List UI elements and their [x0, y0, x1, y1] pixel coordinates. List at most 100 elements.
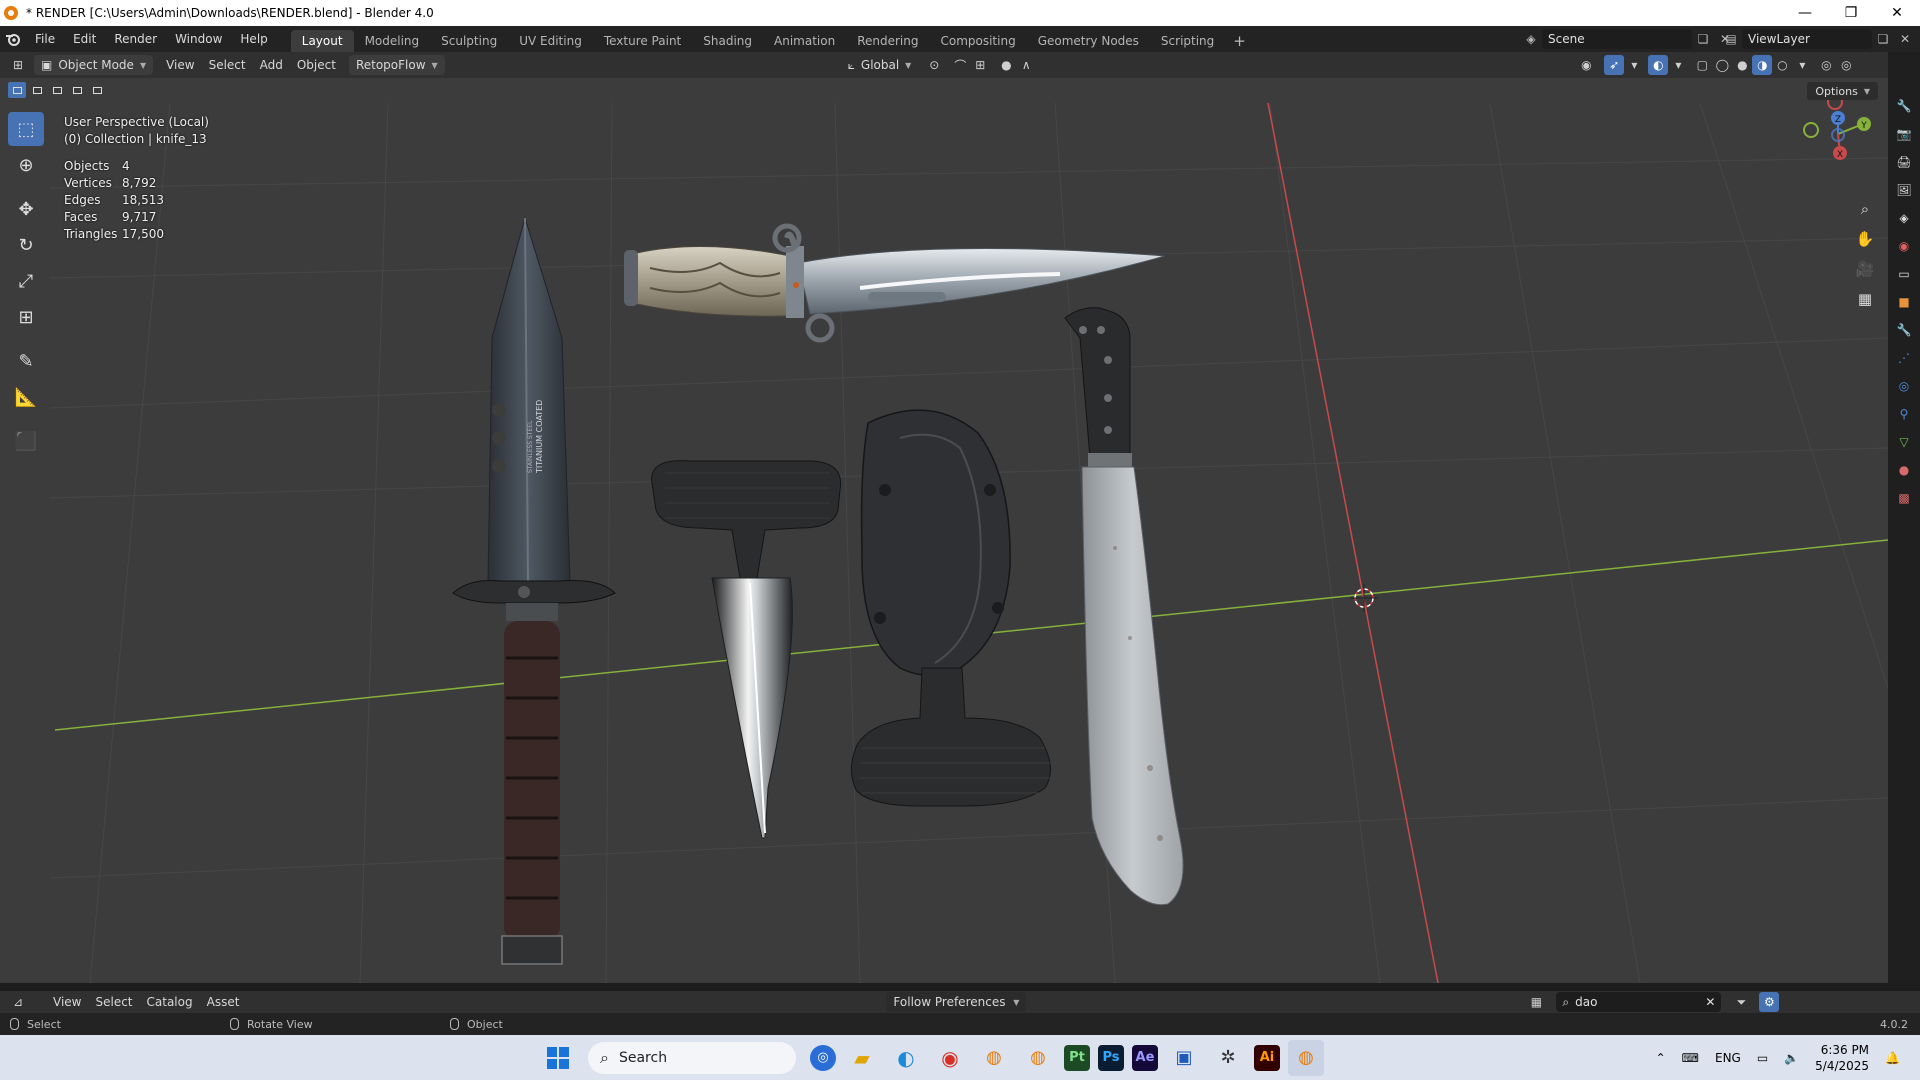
object-properties-icon[interactable]: ■ — [1893, 290, 1915, 314]
select-intersect-icon[interactable] — [88, 82, 106, 98]
chrome-browser-icon[interactable]: ◉ — [932, 1040, 968, 1076]
blender-active-app-icon[interactable]: ◍ — [1288, 1039, 1324, 1076]
tray-expand-icon[interactable]: ⌃ — [1656, 1051, 1666, 1065]
render-preview-icon-2[interactable]: ◎ — [1836, 55, 1856, 75]
world-properties-icon[interactable]: ◉ — [1893, 234, 1915, 258]
select-subtract-icon[interactable] — [48, 82, 66, 98]
scale-tool-icon[interactable]: ⤢ — [8, 264, 44, 298]
material-properties-icon[interactable]: ● — [1893, 458, 1915, 482]
start-button[interactable] — [540, 1040, 576, 1076]
blender-menu-icon[interactable] — [0, 26, 26, 52]
cursor-tool-icon[interactable]: ⊕ — [8, 148, 44, 182]
texture-properties-icon[interactable]: ▩ — [1893, 486, 1915, 510]
clear-search-icon[interactable]: ✕ — [1705, 995, 1715, 1009]
overlay-toggle-icon[interactable]: ◐ — [1648, 55, 1669, 75]
transform-tool-icon[interactable]: ⊞ — [8, 300, 44, 334]
camera-view-icon[interactable]: 🎥 — [1852, 256, 1878, 282]
keyboard-icon[interactable]: ⌨ — [1682, 1051, 1699, 1065]
filter-icon[interactable]: ⏷ — [1731, 992, 1751, 1012]
combat-dagger-object[interactable]: TITANIUM COATED STAINLESS STEEL — [452, 216, 616, 965]
import-method-dropdown[interactable]: Follow Preferences ▼ — [886, 992, 1027, 1012]
asset-settings-gear-icon[interactable]: ⚙ — [1759, 992, 1780, 1012]
navigation-gizmo[interactable]: Z Y X — [1788, 90, 1888, 180]
tab-texture-paint[interactable]: Texture Paint — [593, 30, 692, 52]
tab-uv-editing[interactable]: UV Editing — [508, 30, 593, 52]
physics-properties-icon[interactable]: ◎ — [1893, 374, 1915, 398]
asset-menu[interactable]: Asset — [200, 992, 247, 1012]
modifier-properties-icon[interactable]: 🔧 — [1893, 318, 1915, 342]
render-preview-icon[interactable]: ◎ — [1816, 55, 1836, 75]
collection-properties-icon[interactable]: ▭ — [1893, 262, 1915, 286]
after-effects-app-icon[interactable]: Ae — [1132, 1044, 1158, 1071]
tab-modeling[interactable]: Modeling — [354, 30, 431, 52]
select-invert-icon[interactable] — [68, 82, 86, 98]
proportional-edit-icon[interactable]: ● — [996, 55, 1016, 75]
view-menu[interactable]: View — [159, 55, 201, 75]
snap-target-icon[interactable]: ⊞ — [970, 55, 990, 75]
add-workspace-button[interactable]: + — [1225, 30, 1254, 52]
move-tool-icon[interactable]: ✥ — [8, 192, 44, 226]
transform-orientation-dropdown[interactable]: ⟀ Global ▼ — [841, 55, 919, 75]
ortho-grid-icon[interactable]: ▦ — [1852, 286, 1878, 312]
snap-icon[interactable]: ⌒ — [950, 55, 970, 75]
add-cube-tool-icon[interactable]: ⬛ — [8, 424, 44, 458]
tab-geometry-nodes[interactable]: Geometry Nodes — [1027, 30, 1150, 52]
asset-search-input[interactable]: ⌕ dao ✕ — [1556, 992, 1722, 1012]
photoshop-app-icon[interactable]: Ps — [1098, 1044, 1124, 1071]
gizmo-dropdown-icon[interactable]: ▾ — [1624, 55, 1644, 75]
mode-dropdown[interactable]: ▣ Object Mode ▼ — [34, 55, 154, 75]
tab-animation[interactable]: Animation — [763, 30, 846, 52]
particles-properties-icon[interactable]: ⋰ — [1893, 346, 1915, 370]
pan-hand-icon[interactable]: ✋ — [1852, 226, 1878, 252]
scene-properties-icon[interactable]: ◈ — [1893, 206, 1915, 230]
select-extend-icon[interactable] — [28, 82, 46, 98]
select-menu[interactable]: Select — [202, 55, 253, 75]
scene-name-field[interactable]: Scene — [1542, 29, 1692, 49]
blender-app-icon-2[interactable]: ◍ — [1020, 1040, 1056, 1076]
asset-editor-type-icon[interactable]: ⊿ — [8, 992, 28, 1012]
tab-layout[interactable]: Layout — [290, 30, 354, 52]
tab-compositing[interactable]: Compositing — [929, 30, 1026, 52]
copilot-icon[interactable]: ◎ — [810, 1044, 836, 1071]
annotate-tool-icon[interactable]: ✎ — [8, 344, 44, 378]
minimize-button[interactable]: — — [1782, 0, 1828, 26]
render-properties-icon[interactable]: 📷 — [1893, 122, 1915, 146]
file-explorer-icon[interactable]: ▰ — [844, 1040, 880, 1076]
maximize-button[interactable]: ❐ — [1828, 0, 1874, 26]
illustrator-app-icon[interactable]: Ai — [1254, 1044, 1280, 1071]
object-menu[interactable]: Object — [290, 55, 343, 75]
menu-render[interactable]: Render — [105, 28, 166, 50]
close-button[interactable]: ✕ — [1874, 0, 1920, 26]
taskbar-clock[interactable]: 6:36 PM 5/4/2025 — [1815, 1042, 1869, 1074]
menu-help[interactable]: Help — [231, 28, 276, 50]
data-properties-icon[interactable]: ▽ — [1893, 430, 1915, 454]
taskbar-search-input[interactable]: ⌕ Search — [588, 1041, 796, 1074]
retopoflow-dropdown[interactable]: RetopoFlow ▼ — [348, 55, 445, 75]
options-dropdown[interactable]: Options ▼ — [1807, 82, 1878, 100]
asset-catalog-menu[interactable]: Catalog — [140, 992, 200, 1012]
menu-file[interactable]: File — [26, 28, 64, 50]
view-layer-icon[interactable]: ▤ — [1720, 29, 1742, 49]
push-dagger-object[interactable] — [651, 460, 842, 839]
painter-app-icon[interactable]: Pt — [1064, 1044, 1090, 1071]
select-new-icon[interactable] — [8, 82, 26, 98]
new-view-layer-icon[interactable]: ❏ — [1872, 29, 1894, 49]
3d-viewport[interactable]: TITANIUM COATED STAINLESS STEEL Z Y X ⌕ … — [0, 78, 1888, 983]
delete-view-layer-icon[interactable]: ✕ — [1894, 29, 1916, 49]
add-menu[interactable]: Add — [253, 55, 290, 75]
gizmo-toggle-icon[interactable]: ➶ — [1604, 55, 1625, 75]
tab-shading[interactable]: Shading — [692, 30, 763, 52]
push-dagger-sheath-object[interactable] — [851, 409, 1051, 807]
rotate-tool-icon[interactable]: ↻ — [8, 228, 44, 262]
xray-icon[interactable]: ▢ — [1692, 55, 1712, 75]
asset-view-menu[interactable]: View — [46, 992, 88, 1012]
edge-browser-icon[interactable]: ◐ — [888, 1040, 924, 1076]
tab-rendering[interactable]: Rendering — [846, 30, 929, 52]
asset-select-menu[interactable]: Select — [88, 992, 139, 1012]
overlay-dropdown-icon[interactable]: ▾ — [1668, 55, 1688, 75]
pivot-point-icon[interactable]: ⊙ — [924, 55, 944, 75]
tab-sculpting[interactable]: Sculpting — [430, 30, 508, 52]
store-app-icon[interactable]: ▣ — [1166, 1040, 1202, 1076]
constraints-properties-icon[interactable]: ⚲ — [1893, 402, 1915, 426]
view-layer-field[interactable]: ViewLayer — [1742, 29, 1872, 49]
